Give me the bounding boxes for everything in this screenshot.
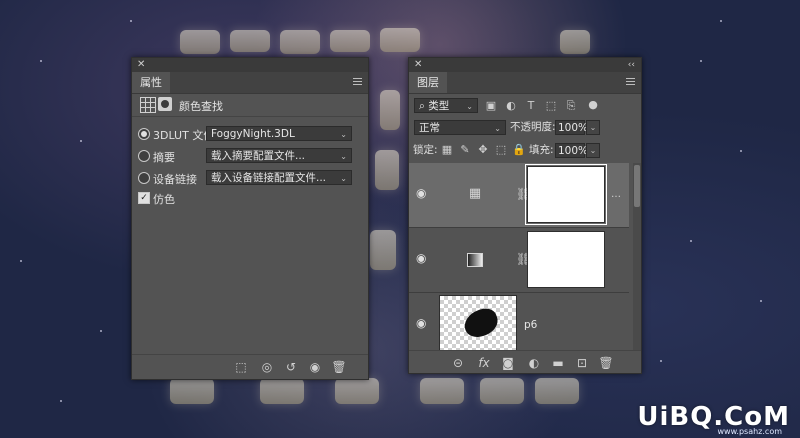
eye-icon[interactable]: ◉ [416, 187, 428, 199]
layer-thumbnail[interactable] [439, 295, 517, 351]
dither-checkbox[interactable]: ✓ [138, 192, 150, 204]
properties-panel: ✕ 属性 颜色查找 3DLUT 文件 FoggyNight.3DL ⌄ 摘要 载… [131, 57, 369, 380]
eye-icon[interactable]: ◉ [416, 317, 428, 329]
filter-row: ⌕ 类型 ⌄ ▣ ◐ T ⬚ ⎘ ● [409, 95, 641, 117]
lock-artboard-icon[interactable]: ⬚ [493, 142, 509, 158]
close-icon[interactable]: ✕ [414, 58, 422, 72]
image-filter-icon[interactable]: ▣ [483, 98, 499, 114]
panel-menu-icon[interactable] [626, 78, 635, 86]
lock-position-icon[interactable]: ✥ [475, 142, 491, 158]
layers-panel: ✕ ‹‹ 图层 ⌕ 类型 ⌄ ▣ ◐ T ⬚ ⎘ ● 正常 ⌄ 不透明度: 10… [408, 57, 642, 374]
layer-gradient-map[interactable]: ◉ ⛓ [409, 228, 629, 293]
opacity-input[interactable]: 100% [555, 120, 589, 135]
view-previous-state-icon[interactable]: ◎ [258, 360, 276, 374]
layer-mask-thumbnail[interactable] [525, 164, 607, 225]
clip-to-layer-icon[interactable]: ⬚ [232, 360, 250, 374]
gradient-map-icon [467, 253, 483, 267]
filter-kind-select[interactable]: ⌕ 类型 ⌄ [414, 98, 478, 113]
lock-row: 锁定: ▦ ✎ ✥ ⬚ 🔒 填充: 100% ⌄ [409, 140, 641, 162]
link-layers-icon[interactable]: ⊝ [449, 356, 467, 370]
adjustment-layer-icon[interactable]: ◐ [525, 356, 543, 370]
filter-kind-value: 类型 [428, 100, 450, 112]
lut-file-select[interactable]: FoggyNight.3DL ⌄ [206, 126, 352, 141]
blend-mode-select[interactable]: 正常 ⌄ [414, 120, 506, 135]
collapse-icon[interactable]: ‹‹ [628, 58, 635, 72]
fill-input[interactable]: 100% [555, 143, 589, 158]
trash-icon[interactable]: 🗑 [330, 360, 348, 374]
color-lookup-icon: ▦ [468, 186, 482, 201]
abstract-select[interactable]: 载入摘要配置文件... ⌄ [206, 148, 352, 163]
abstract-radio[interactable] [138, 150, 150, 162]
layers-footer: ⊝ fx ◙ ◐ ▬ ⊡ 🗑 [409, 350, 641, 373]
properties-footer: ⬚ ◎ ↺ ◉ 🗑 [132, 354, 368, 379]
layer-mask-thumbnail[interactable] [527, 231, 605, 288]
chevron-down-icon: ⌄ [494, 124, 501, 133]
tab-layers[interactable]: 图层 [409, 72, 447, 93]
filter-toggle-icon[interactable]: ● [585, 97, 601, 113]
chevron-down-icon: ⌄ [340, 174, 347, 183]
lock-label: 锁定: [413, 144, 438, 156]
chevron-down-icon: ⌄ [340, 152, 347, 161]
chevron-down-icon: ⌄ [466, 102, 473, 111]
adjustment-filter-icon[interactable]: ◐ [503, 98, 519, 114]
device-link-label: 设备链接 [153, 173, 197, 186]
panel-menu-icon[interactable] [353, 78, 362, 86]
close-icon[interactable]: ✕ [137, 58, 145, 72]
device-link-select[interactable]: 载入设备链接配置文件... ⌄ [206, 170, 352, 185]
tab-properties[interactable]: 属性 [132, 72, 170, 93]
lock-transparency-icon[interactable]: ▦ [439, 142, 455, 158]
search-icon: ⌕ [419, 100, 425, 112]
shape-filter-icon[interactable]: ⬚ [543, 98, 559, 114]
reset-icon[interactable]: ↺ [282, 360, 300, 374]
layer-name[interactable]: p6 [524, 319, 537, 331]
smart-object-filter-icon[interactable]: ⎘ [563, 98, 579, 114]
fill-value: 100% [558, 145, 589, 157]
eye-icon[interactable]: ◉ [416, 252, 428, 264]
dither-row: ✓ 仿色 [138, 190, 258, 206]
color-lookup-icon[interactable] [140, 97, 156, 113]
fill-label: 填充: [529, 144, 554, 156]
opacity-stepper[interactable]: ⌄ [586, 120, 600, 135]
layer-content-shape [460, 304, 502, 342]
new-layer-icon[interactable]: ⊡ [573, 356, 591, 370]
fx-icon[interactable]: fx [475, 356, 493, 370]
device-link-value: 载入设备链接配置文件... [211, 172, 327, 184]
lut-file-value: FoggyNight.3DL [211, 128, 295, 140]
layers-list: ◉ ▦ ⛓ … ◉ ⛓ ◉ p6 [409, 163, 641, 351]
blend-mode-value: 正常 [419, 122, 440, 134]
abstract-value: 载入摘要配置文件... [211, 150, 306, 162]
add-mask-icon[interactable]: ◙ [499, 356, 517, 370]
layers-titlebar: ✕ ‹‹ [409, 58, 641, 72]
device-link-row: 设备链接 载入设备链接配置文件... ⌄ [138, 170, 362, 186]
fill-stepper[interactable]: ⌄ [586, 143, 600, 158]
dither-label: 仿色 [153, 193, 175, 206]
layers-tabbar: 图层 [409, 72, 641, 94]
properties-tabbar: 属性 [132, 72, 368, 94]
layers-scrollbar[interactable] [633, 163, 641, 351]
lock-all-icon[interactable]: 🔒 [511, 142, 527, 158]
blend-row: 正常 ⌄ 不透明度: 100% ⌄ [409, 118, 641, 140]
adjustment-title: 颜色查找 [179, 100, 223, 113]
opacity-label: 不透明度: [510, 121, 556, 133]
folder-icon[interactable]: ▬ [549, 356, 567, 370]
watermark-sub: www.psahz.com [717, 427, 782, 436]
abstract-row: 摘要 载入摘要配置文件... ⌄ [138, 148, 362, 164]
more-icon[interactable]: … [611, 189, 621, 200]
lock-pixels-icon[interactable]: ✎ [457, 142, 473, 158]
properties-titlebar: ✕ [132, 58, 368, 72]
lut-file-row: 3DLUT 文件 FoggyNight.3DL ⌄ [138, 126, 362, 142]
lut-file-radio[interactable] [138, 128, 150, 140]
opacity-value: 100% [558, 122, 589, 134]
type-filter-icon[interactable]: T [523, 98, 539, 114]
mask-icon[interactable] [158, 97, 172, 111]
visibility-eye-icon[interactable]: ◉ [306, 360, 324, 374]
chevron-down-icon: ⌄ [340, 130, 347, 139]
scrollbar-thumb[interactable] [634, 165, 640, 207]
abstract-label: 摘要 [153, 151, 175, 164]
layer-color-lookup[interactable]: ◉ ▦ ⛓ … [409, 163, 629, 228]
layer-p6[interactable]: ◉ p6 [409, 293, 629, 351]
device-link-radio[interactable] [138, 172, 150, 184]
properties-header: 颜色查找 [132, 94, 368, 117]
trash-icon[interactable]: 🗑 [597, 356, 615, 370]
